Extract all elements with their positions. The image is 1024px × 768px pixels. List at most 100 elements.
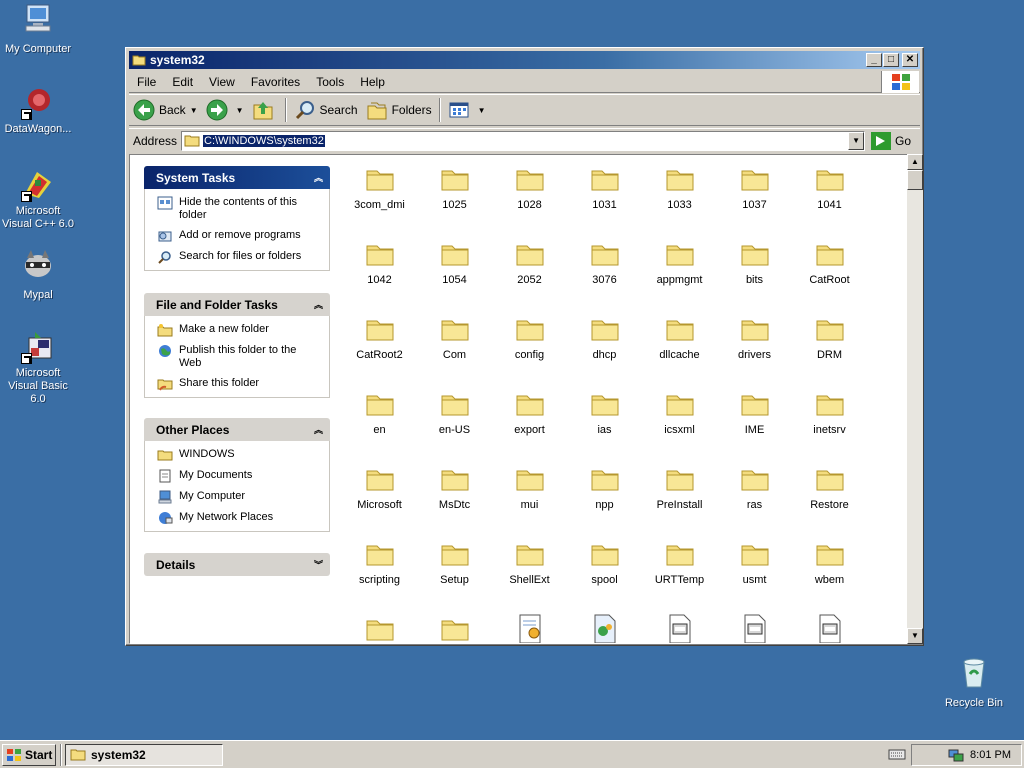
place-windows[interactable]: WINDOWS (157, 448, 321, 462)
place-network-places[interactable]: My Network Places (157, 511, 321, 525)
other-places-header[interactable]: Other Places ︽ (144, 418, 330, 441)
minimize-button[interactable]: _ (866, 53, 882, 67)
task-search-files[interactable]: Search for files or folders (157, 250, 321, 264)
collapse-icon[interactable]: ︽ (314, 298, 323, 311)
forward-button[interactable]: ▼ (202, 97, 248, 123)
details-header[interactable]: Details ︾ (144, 553, 330, 576)
clock[interactable]: 8:01 PM (970, 749, 1011, 761)
desktop-icon-visual-basic[interactable]: Microsoft Visual Basic 6.0 (0, 330, 76, 406)
folder-item[interactable]: 1033 (642, 163, 717, 211)
address-input[interactable]: C:\WINDOWS\system32 ▼ (181, 130, 866, 151)
folder-item[interactable]: CatRoot (792, 238, 867, 286)
folder-item[interactable]: 2052 (492, 238, 567, 286)
chevron-down-icon[interactable]: ▼ (190, 106, 198, 115)
folder-item[interactable]: dhcp (567, 313, 642, 361)
desktop-icon-mypal[interactable]: Mypal (0, 248, 76, 302)
task-make-new-folder[interactable]: Make a new folder (157, 323, 321, 337)
file-item[interactable] (567, 613, 642, 643)
folder-item[interactable]: ias (567, 388, 642, 436)
system-tasks-header[interactable]: System Tasks ︽ (144, 166, 330, 189)
folder-item[interactable]: CatRoot2 (342, 313, 417, 361)
folder-item[interactable]: usmt (717, 538, 792, 586)
folder-item[interactable]: en (342, 388, 417, 436)
folder-item[interactable]: DRM (792, 313, 867, 361)
file-item[interactable] (792, 613, 867, 643)
vertical-scrollbar[interactable]: ▲ ▼ (907, 154, 923, 644)
task-share-folder[interactable]: Share this folder (157, 377, 321, 391)
folder-item[interactable]: IME (717, 388, 792, 436)
expand-icon[interactable]: ︾ (314, 558, 323, 571)
folder-item[interactable]: Microsoft (342, 463, 417, 511)
folder-item[interactable]: Restore (792, 463, 867, 511)
folder-item[interactable]: drivers (717, 313, 792, 361)
menu-favorites[interactable]: Favorites (243, 75, 308, 89)
folder-item[interactable]: export (492, 388, 567, 436)
folder-item[interactable]: dllcache (642, 313, 717, 361)
views-button[interactable]: ▼ (444, 97, 490, 123)
folder-item[interactable]: URTTemp (642, 538, 717, 586)
address-dropdown-button[interactable]: ▼ (848, 131, 865, 150)
file-item[interactable] (342, 613, 417, 643)
folder-item[interactable]: config (492, 313, 567, 361)
folder-item[interactable]: ShellExt (492, 538, 567, 586)
collapse-icon[interactable]: ︽ (314, 423, 323, 436)
scroll-up-button[interactable]: ▲ (907, 154, 923, 170)
folder-item[interactable]: 3com_dmi (342, 163, 417, 211)
folder-item[interactable]: npp (567, 463, 642, 511)
scroll-thumb[interactable] (907, 170, 923, 190)
task-publish-web[interactable]: Publish this folder to the Web (157, 344, 321, 370)
folder-item[interactable]: wbem (792, 538, 867, 586)
folder-item[interactable]: spool (567, 538, 642, 586)
folder-item[interactable]: 1037 (717, 163, 792, 211)
menu-file[interactable]: File (129, 75, 164, 89)
folder-item[interactable]: 3076 (567, 238, 642, 286)
menu-view[interactable]: View (201, 75, 243, 89)
place-my-documents[interactable]: My Documents (157, 469, 321, 483)
task-hide-contents[interactable]: Hide the contents of this folder (157, 196, 321, 222)
desktop-icon-recycle-bin[interactable]: Recycle Bin (936, 656, 1012, 710)
search-button[interactable]: Search (290, 97, 362, 123)
taskbar-button-system32[interactable]: system32 (65, 743, 223, 766)
folder-item[interactable]: PreInstall (642, 463, 717, 511)
desktop-icon-datawagon[interactable]: DataWagon... (0, 86, 76, 136)
folder-item[interactable]: en-US (417, 388, 492, 436)
folders-button[interactable]: Folders (362, 97, 436, 123)
folder-item[interactable]: 1025 (417, 163, 492, 211)
file-folder-tasks-header[interactable]: File and Folder Tasks ︽ (144, 293, 330, 316)
desktop-icon-visual-cpp[interactable]: Microsoft Visual C++ 6.0 (0, 168, 76, 231)
file-item[interactable] (417, 613, 492, 643)
folder-item[interactable]: MsDtc (417, 463, 492, 511)
menu-tools[interactable]: Tools (308, 75, 352, 89)
folder-item[interactable]: appmgmt (642, 238, 717, 286)
folder-item[interactable]: inetsrv (792, 388, 867, 436)
close-button[interactable]: ✕ (902, 53, 918, 67)
folder-item[interactable]: 1031 (567, 163, 642, 211)
folder-item[interactable]: 1041 (792, 163, 867, 211)
folder-item[interactable]: 1042 (342, 238, 417, 286)
folder-item[interactable]: mui (492, 463, 567, 511)
folder-item[interactable]: scripting (342, 538, 417, 586)
title-bar[interactable]: system32 _ □ ✕ (129, 51, 920, 69)
place-my-computer[interactable]: My Computer (157, 490, 321, 504)
file-item[interactable] (717, 613, 792, 643)
folder-item[interactable]: bits (717, 238, 792, 286)
maximize-button[interactable]: □ (883, 53, 899, 67)
keyboard-icon[interactable] (888, 747, 906, 761)
file-item[interactable] (642, 613, 717, 643)
folder-item[interactable]: icsxml (642, 388, 717, 436)
folder-item[interactable]: Setup (417, 538, 492, 586)
file-item[interactable] (492, 613, 567, 643)
chevron-down-icon[interactable]: ▼ (478, 106, 486, 115)
folder-item[interactable]: Com (417, 313, 492, 361)
scroll-down-button[interactable]: ▼ (907, 628, 923, 644)
go-button[interactable]: Go (871, 131, 911, 150)
menu-edit[interactable]: Edit (164, 75, 201, 89)
menu-help[interactable]: Help (352, 75, 393, 89)
up-folder-button[interactable] (248, 97, 282, 123)
desktop-icon-my-computer[interactable]: My Computer (0, 2, 76, 56)
start-button[interactable]: Start (2, 743, 56, 766)
back-button[interactable]: Back ▼ (129, 97, 202, 123)
network-status-icon[interactable] (948, 748, 964, 762)
folder-item[interactable]: 1028 (492, 163, 567, 211)
chevron-down-icon[interactable]: ▼ (236, 106, 244, 115)
